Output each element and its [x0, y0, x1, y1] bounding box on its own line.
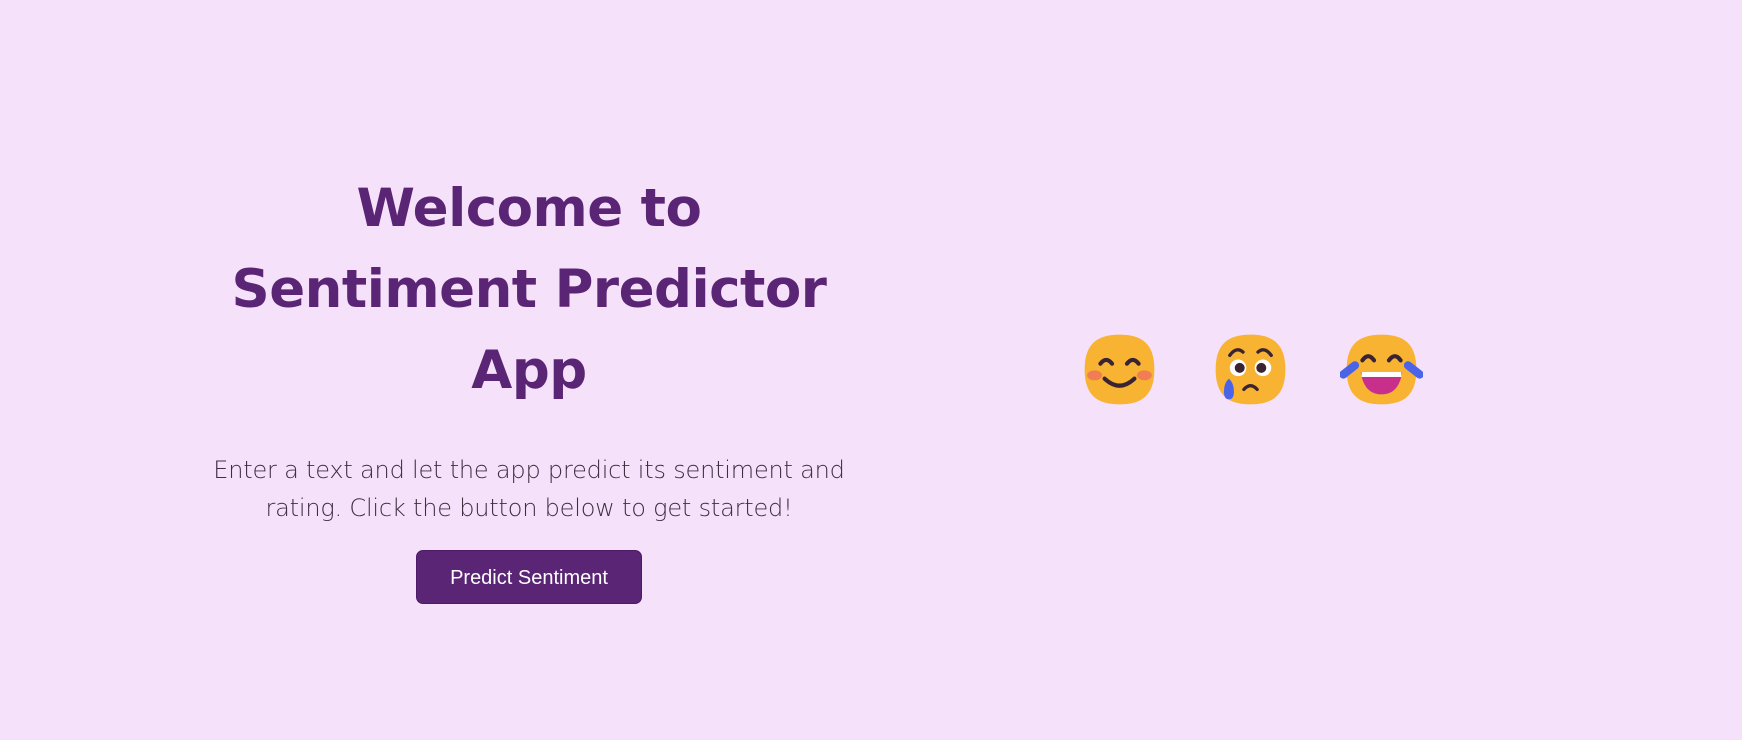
- title-line-3: App: [471, 340, 587, 401]
- title-line-1: Welcome to: [356, 178, 702, 239]
- smiling-face-with-blush-icon: [1084, 334, 1155, 405]
- hero-description: Enter a text and let the app predict its…: [213, 456, 845, 522]
- hero-section: Welcome to Sentiment Predictor App Enter…: [200, 168, 858, 604]
- predict-sentiment-button[interactable]: Predict Sentiment: [416, 550, 642, 604]
- crying-worried-face-icon: [1215, 334, 1286, 405]
- emoji-showcase: [1078, 328, 1423, 411]
- title-line-2: Sentiment Predictor: [231, 259, 827, 320]
- page-title: Welcome to Sentiment Predictor App: [200, 168, 858, 411]
- laughing-with-tears-face-icon: [1340, 334, 1423, 405]
